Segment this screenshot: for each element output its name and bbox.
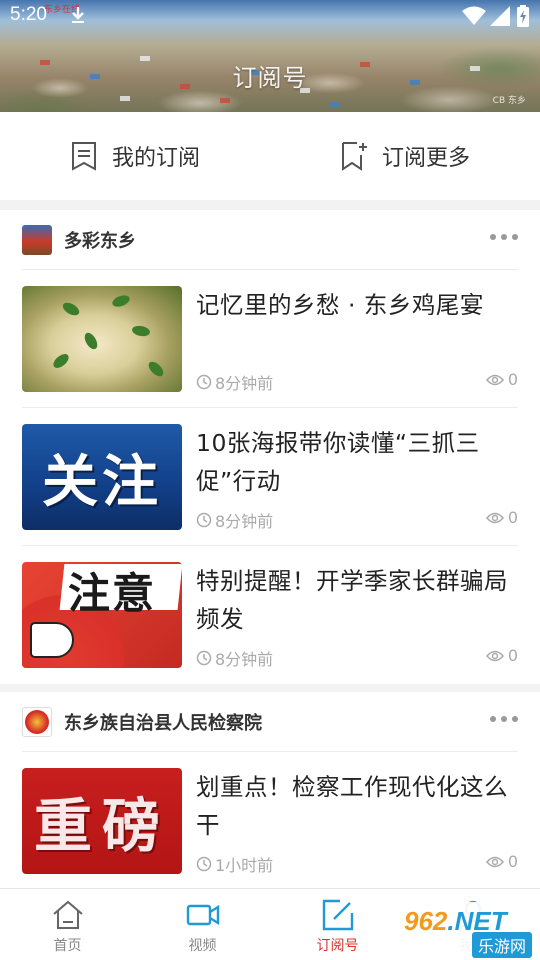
megaphone-icon [30, 622, 74, 658]
download-icon [72, 7, 84, 23]
banner-watermark: CB 东乡 [492, 96, 526, 106]
eye-icon [485, 512, 504, 523]
site-watermark: 962.NET 乐游网 [398, 902, 538, 958]
eye-icon [485, 374, 504, 385]
clock-icon [196, 650, 212, 666]
subscribe-more-button[interactable]: 订阅更多 [270, 112, 540, 200]
clock-icon [196, 374, 212, 390]
channel-avatar [22, 224, 52, 255]
status-time: 5:20 [10, 4, 47, 25]
clock-icon [196, 856, 212, 872]
battery-icon [517, 5, 529, 27]
more-options-icon[interactable] [490, 716, 518, 722]
bookmark-list-icon [71, 142, 96, 171]
news-time: 8分钟前 [196, 370, 273, 394]
channel-card: 多彩东乡 记忆里的乡愁 · 东乡鸡尾宴 8分钟前 0 关注 10张海报带你读懂“… [0, 210, 540, 684]
list-item[interactable]: 重磅 划重点！检察工作现代化这么干 1小时前 0 [22, 752, 518, 890]
my-subscriptions-button[interactable]: 我的订阅 [0, 112, 270, 200]
news-title: 特别提醒！开学季家长群骗局频发 [196, 567, 508, 633]
list-item[interactable]: 注意 特别提醒！开学季家长群骗局频发 8分钟前 0 [22, 546, 518, 684]
news-title: 划重点！检察工作现代化这么干 [196, 773, 508, 839]
news-views: 0 [485, 508, 518, 527]
news-thumbnail: 注意 [22, 562, 182, 668]
more-options-icon[interactable] [490, 234, 518, 240]
eye-icon [485, 650, 504, 661]
channel-header[interactable]: 东乡族自治县人民检察院 [22, 692, 518, 752]
clock-icon [196, 512, 212, 528]
bookmark-add-icon [341, 142, 367, 171]
video-icon [186, 904, 219, 926]
subscribe-tabs: 我的订阅 订阅更多 [0, 112, 540, 200]
home-icon [52, 900, 83, 929]
eye-icon [485, 856, 504, 867]
my-subscriptions-label: 我的订阅 [111, 146, 200, 171]
news-time: 8分钟前 [196, 646, 273, 670]
news-title: 10张海报带你读懂“三抓三促”行动 [196, 429, 480, 495]
news-time: 8分钟前 [196, 508, 273, 532]
list-item[interactable]: 关注 10张海报带你读懂“三抓三促”行动 8分钟前 0 [22, 408, 518, 546]
status-bar: 5:20 [0, 0, 540, 34]
subscribe-more-label: 订阅更多 [381, 146, 470, 171]
wifi-icon [462, 6, 486, 25]
channel-name: 多彩东乡 [64, 230, 136, 252]
news-thumbnail: 关注 [22, 424, 182, 530]
channel-avatar [22, 706, 52, 737]
news-thumbnail: 重磅 [22, 768, 182, 874]
news-views: 0 [485, 852, 518, 871]
edit-icon [322, 899, 353, 931]
tab-subscription[interactable]: 订阅号 [270, 889, 405, 960]
news-thumbnail [22, 286, 182, 392]
news-time: 1小时前 [196, 852, 273, 876]
news-title: 记忆里的乡愁 · 东乡鸡尾宴 [196, 291, 484, 319]
news-views: 0 [485, 370, 518, 389]
channel-card: 东乡族自治县人民检察院 重磅 划重点！检察工作现代化这么干 1小时前 0 [0, 692, 540, 888]
signal-icon [490, 6, 510, 26]
news-views: 0 [485, 646, 518, 665]
channel-header[interactable]: 多彩东乡 [22, 210, 518, 270]
page-title: 订阅号 [232, 64, 308, 92]
channel-name: 东乡族自治县人民检察院 [64, 712, 262, 734]
procuratorate-emblem-icon [25, 709, 49, 734]
list-item[interactable]: 记忆里的乡愁 · 东乡鸡尾宴 8分钟前 0 [22, 270, 518, 408]
tab-video[interactable]: 视频 [135, 889, 270, 960]
tab-home[interactable]: 首页 [0, 889, 135, 960]
